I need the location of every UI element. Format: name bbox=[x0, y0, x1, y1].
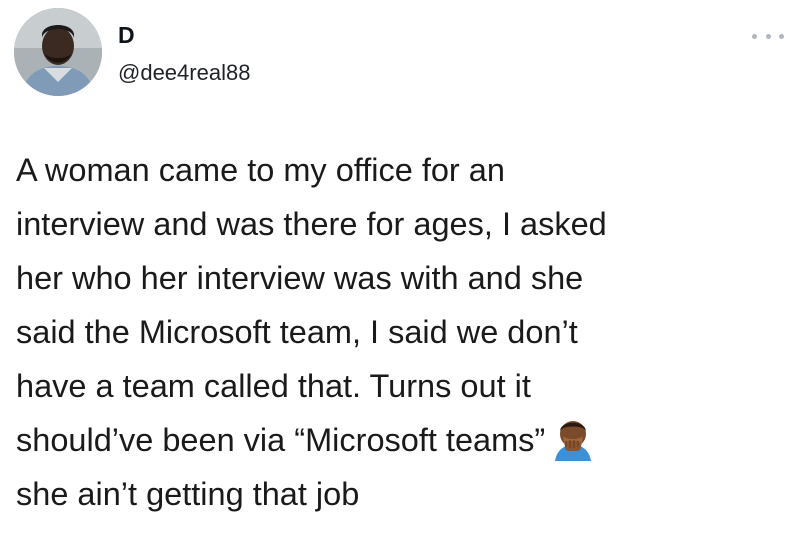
face-palm-emoji bbox=[555, 421, 592, 461]
tweet-line: interview and was there for ages, I aske… bbox=[16, 206, 607, 242]
dot bbox=[779, 33, 784, 39]
dot bbox=[752, 33, 757, 39]
tweet-line: she ain’t getting that job bbox=[16, 476, 360, 512]
more-options-icon[interactable] bbox=[752, 28, 784, 44]
tweet-text: A woman came to my office for an intervi… bbox=[16, 143, 786, 521]
tweet-line: have a team called that. Turns out it bbox=[16, 368, 531, 404]
avatar[interactable] bbox=[14, 8, 102, 96]
tweet-line: should’ve been via “Microsoft teams” bbox=[16, 422, 546, 458]
tweet-line: A woman came to my office for an bbox=[16, 152, 505, 188]
author-name[interactable]: D bbox=[118, 22, 135, 48]
tweet-line-with-emoji: should’ve been via “Microsoft teams” bbox=[16, 413, 786, 467]
avatar-photo bbox=[14, 8, 102, 96]
tweet-card: D @dee4real88 A woman came to my office … bbox=[0, 0, 800, 550]
author-handle[interactable]: @dee4real88 bbox=[118, 60, 250, 86]
dot bbox=[765, 33, 771, 39]
tweet-line: her who her interview was with and she bbox=[16, 260, 584, 296]
tweet-line: said the Microsoft team, I said we don’t bbox=[16, 314, 578, 350]
